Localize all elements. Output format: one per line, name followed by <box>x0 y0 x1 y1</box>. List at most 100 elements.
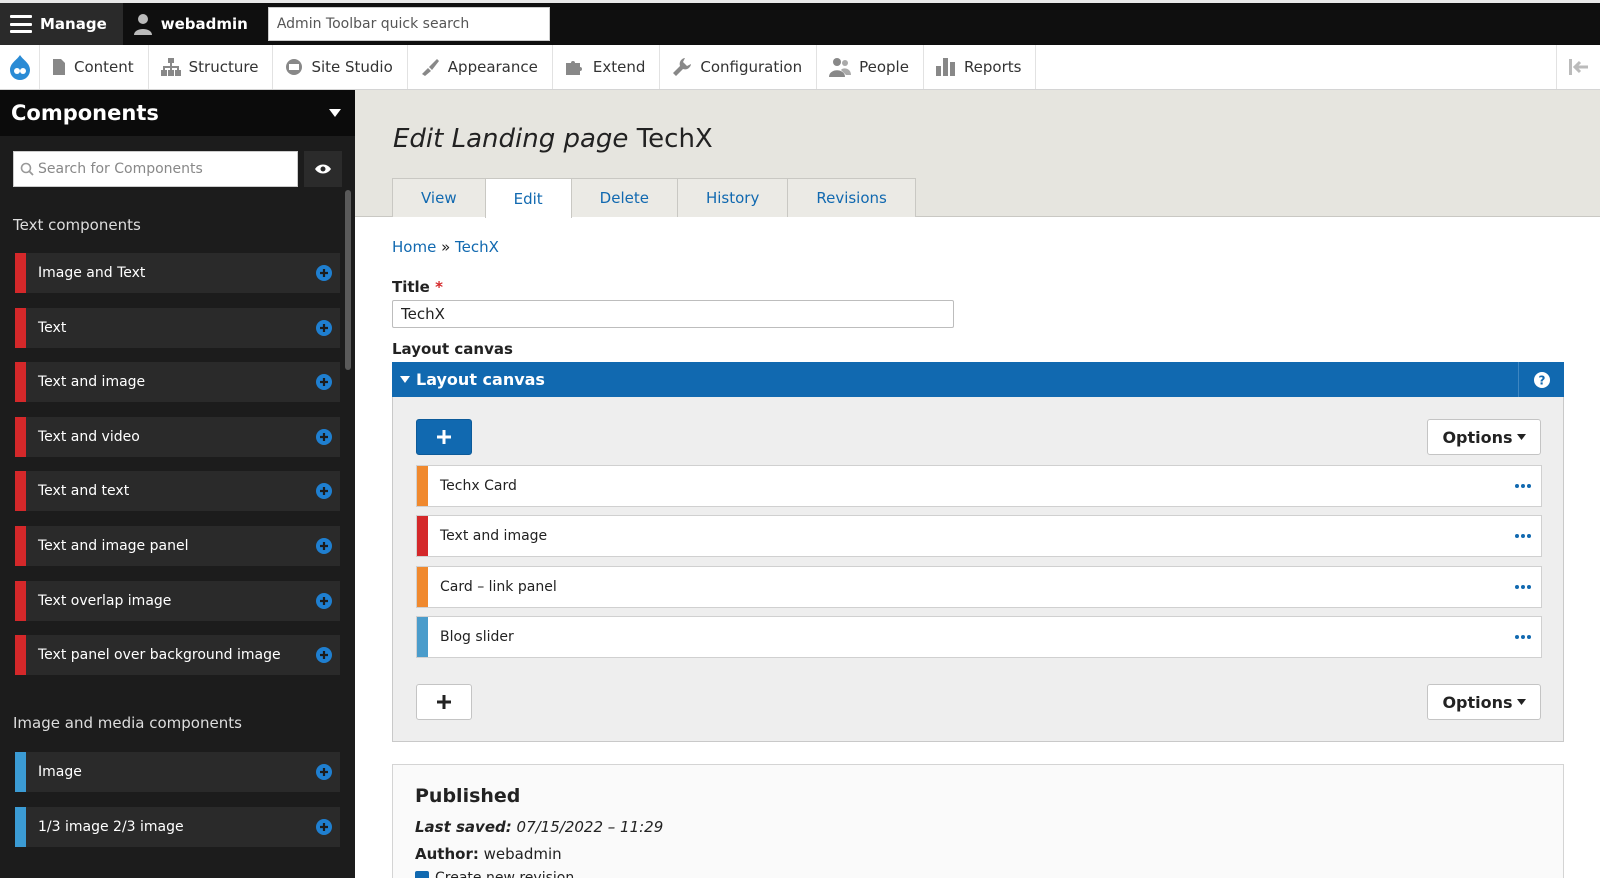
color-bar <box>15 471 26 511</box>
tab-view[interactable]: View <box>392 178 486 217</box>
menu-item-appearance[interactable]: Appearance <box>408 45 553 89</box>
user-menu-button[interactable]: webadmin <box>123 3 264 45</box>
canvas-component-row[interactable]: Blog slider <box>416 616 1542 658</box>
canvas-component-row[interactable]: Card – link panel <box>416 566 1542 608</box>
more-options-icon[interactable] <box>1515 534 1531 538</box>
component-item[interactable]: Text and video <box>15 417 340 457</box>
component-search-input[interactable] <box>38 161 288 177</box>
options-label: Options <box>1442 692 1513 712</box>
menu-item-people[interactable]: People <box>817 45 924 89</box>
create-revision-checkbox[interactable] <box>415 871 429 878</box>
caret-down-icon <box>1516 699 1526 705</box>
options-button[interactable]: Options <box>1427 419 1541 455</box>
published-heading: Published <box>415 785 521 807</box>
title-label-text: Title <box>392 278 430 296</box>
component-search-box <box>13 151 298 187</box>
canvas-component-row[interactable]: Text and image <box>416 515 1542 557</box>
manage-button[interactable]: Manage <box>0 3 123 45</box>
tab-edit[interactable]: Edit <box>484 178 572 218</box>
component-item[interactable]: Image <box>15 752 340 792</box>
menu-item-label: Appearance <box>447 58 538 76</box>
caret-down-icon <box>400 376 410 383</box>
menu-item-content[interactable]: Content <box>40 45 149 89</box>
menu-item-label: People <box>859 58 909 76</box>
color-bar <box>417 516 428 556</box>
add-circle-icon[interactable] <box>316 647 332 663</box>
create-revision-label: Create new revision <box>435 870 575 878</box>
puzzle-icon <box>565 61 582 75</box>
component-item[interactable]: Text and image <box>15 362 340 402</box>
tab-delete[interactable]: Delete <box>570 178 678 217</box>
menu-item-site-studio[interactable]: Site Studio <box>273 45 408 89</box>
options-bottom-button[interactable]: Options <box>1427 684 1541 720</box>
plus-icon <box>437 430 451 444</box>
menu-item-label: Configuration <box>700 58 803 76</box>
add-component-bottom-button[interactable] <box>416 684 472 720</box>
color-bar <box>417 617 428 657</box>
admin-quick-search-input[interactable] <box>267 7 550 41</box>
color-bar <box>15 362 26 402</box>
tab-history[interactable]: History <box>676 178 789 217</box>
component-item-label: Text and image panel <box>38 538 189 554</box>
menu-item-configuration[interactable]: Configuration <box>660 45 818 89</box>
component-item[interactable]: Text and text <box>15 471 340 511</box>
color-bar <box>15 807 26 847</box>
add-circle-icon[interactable] <box>316 764 332 780</box>
component-item[interactable]: Text and image panel <box>15 526 340 566</box>
component-item[interactable]: Text overlap image <box>15 581 340 621</box>
tray-collapse-button[interactable] <box>1556 45 1600 89</box>
caret-down-icon <box>1516 434 1526 440</box>
breadcrumb-current-link[interactable]: TechX <box>455 238 499 256</box>
caret-down-icon[interactable] <box>329 109 341 117</box>
page-title: Edit Landing page TechX <box>393 124 713 154</box>
plus-icon <box>437 695 451 709</box>
more-options-icon[interactable] <box>1515 484 1531 488</box>
add-circle-icon[interactable] <box>316 593 332 609</box>
color-bar <box>15 308 26 348</box>
color-bar <box>15 417 26 457</box>
required-mark: * <box>435 278 443 296</box>
sidebar-scrollbar[interactable] <box>345 190 351 370</box>
menu-item-reports[interactable]: Reports <box>924 45 1037 89</box>
menu-item-structure[interactable]: Structure <box>149 45 274 89</box>
search-icon <box>20 162 34 176</box>
component-item[interactable]: Text panel over background image <box>15 635 340 675</box>
component-item-label: Text <box>38 320 67 336</box>
add-circle-icon[interactable] <box>316 265 332 281</box>
sitemap-icon <box>160 58 181 76</box>
create-revision-checkbox-row[interactable]: Create new revision <box>415 870 574 878</box>
add-circle-icon[interactable] <box>316 374 332 390</box>
more-options-icon[interactable] <box>1515 635 1531 639</box>
last-saved-label: Last saved: <box>415 818 512 836</box>
breadcrumb-home-link[interactable]: Home <box>392 238 436 256</box>
add-circle-icon[interactable] <box>316 538 332 554</box>
layout-canvas-header[interactable]: Layout canvas ? <box>392 362 1564 397</box>
component-item-label: Text and text <box>38 483 130 499</box>
options-label: Options <box>1442 427 1513 447</box>
title-input[interactable] <box>392 300 954 328</box>
add-circle-icon[interactable] <box>316 819 332 835</box>
page-title-name: TechX <box>636 124 713 154</box>
published-meta-box: Published Last saved: 07/15/2022 – 11:29… <box>392 764 1564 878</box>
drupal-logo-icon[interactable] <box>0 45 40 89</box>
add-circle-icon[interactable] <box>316 320 332 336</box>
site-studio-icon <box>286 59 303 75</box>
tab-revisions[interactable]: Revisions <box>787 178 916 217</box>
canvas-component-label: Blog slider <box>440 629 514 645</box>
add-circle-icon[interactable] <box>316 429 332 445</box>
components-sidebar: Components Text components Image and Tex… <box>0 90 355 878</box>
add-circle-icon[interactable] <box>316 483 332 499</box>
color-bar <box>15 581 26 621</box>
add-component-button[interactable] <box>416 419 472 455</box>
components-header: Components <box>0 90 355 136</box>
component-item-label: Text and video <box>38 429 140 445</box>
canvas-component-row[interactable]: Techx Card <box>416 465 1542 507</box>
canvas-component-label: Card – link panel <box>440 579 557 595</box>
visibility-toggle-button[interactable] <box>304 151 342 187</box>
more-options-icon[interactable] <box>1515 585 1531 589</box>
help-button[interactable]: ? <box>1518 362 1564 397</box>
menu-item-extend[interactable]: Extend <box>553 45 661 89</box>
component-item[interactable]: 1/3 image 2/3 image <box>15 807 340 847</box>
component-item[interactable]: Text <box>15 308 340 348</box>
component-item[interactable]: Image and Text <box>15 253 340 293</box>
